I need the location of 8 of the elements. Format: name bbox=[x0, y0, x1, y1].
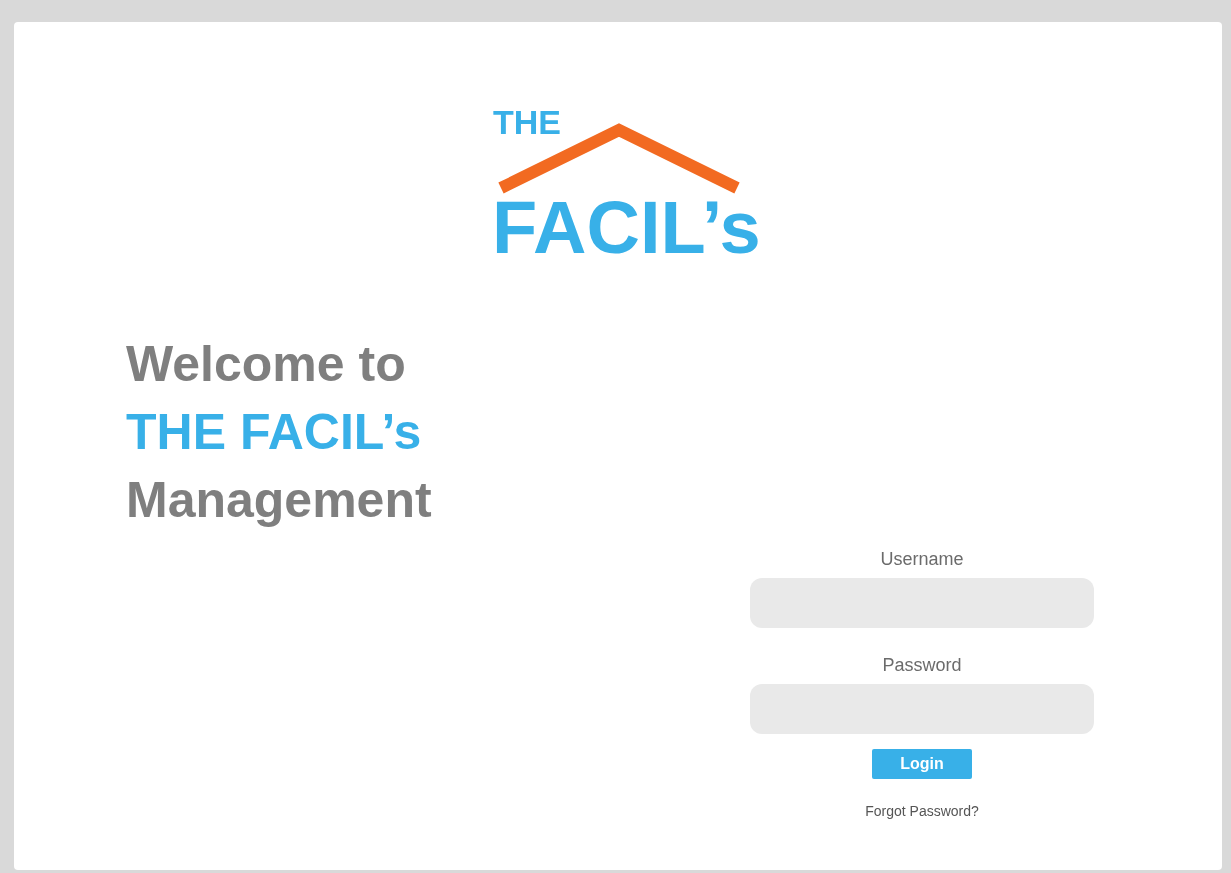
logo-text: THE bbox=[493, 102, 561, 142]
forgot-password-link[interactable]: Forgot Password? bbox=[865, 801, 979, 822]
logo-text: FACIL’s bbox=[492, 188, 761, 268]
welcome-heading: Management bbox=[126, 471, 432, 530]
field-label: Username bbox=[880, 548, 964, 570]
welcome-heading: THE FACIL’s bbox=[126, 403, 422, 462]
field-label: Password bbox=[882, 654, 962, 676]
welcome-heading: Welcome to bbox=[126, 335, 406, 394]
